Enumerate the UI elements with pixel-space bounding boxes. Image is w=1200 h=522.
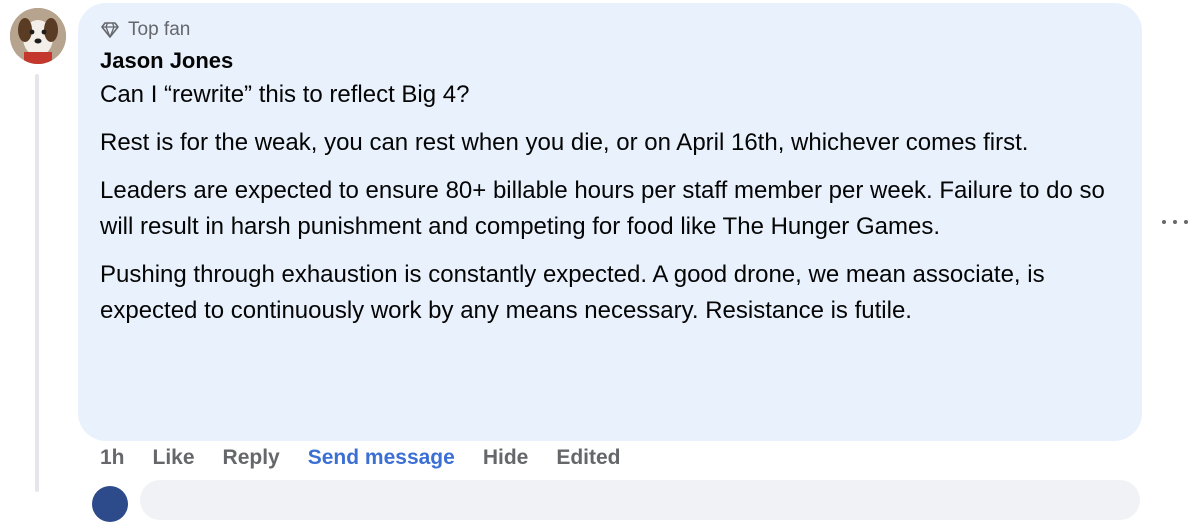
author-name[interactable]: Jason Jones (100, 47, 1120, 75)
dot (1162, 220, 1166, 224)
reply-avatar[interactable] (92, 486, 128, 522)
dog-avatar-icon (10, 8, 66, 64)
comment-paragraph: Can I “rewrite” this to reflect Big 4? (100, 81, 470, 108)
like-button[interactable]: Like (153, 446, 195, 470)
thread-line (35, 74, 39, 492)
comment-actions: 1h Like Reply Send message Hide Edited (100, 443, 649, 473)
edited-label[interactable]: Edited (556, 446, 620, 470)
reply-button[interactable]: Reply (223, 446, 280, 470)
avatar[interactable] (10, 8, 66, 64)
send-message-button[interactable]: Send message (308, 446, 455, 470)
dot (1173, 220, 1177, 224)
reply-input[interactable] (140, 480, 1140, 520)
top-fan-badge: Top fan (100, 17, 1120, 43)
diamond-icon (101, 22, 119, 38)
comment-text: Can I “rewrite” this to reflect Big 4? R… (100, 77, 1120, 329)
comment-bubble: Top fan Jason Jones Can I “rewrite” this… (78, 3, 1142, 441)
comment-paragraph: Pushing through exhaustion is constantly… (100, 261, 1045, 324)
more-options-icon[interactable] (1158, 208, 1192, 236)
badge-label: Top fan (128, 19, 191, 40)
comment-paragraph: Rest is for the weak, you can rest when … (100, 129, 1029, 156)
comment-paragraph: Leaders are expected to ensure 80+ billa… (100, 177, 1105, 240)
dot (1184, 220, 1188, 224)
timestamp-link[interactable]: 1h (100, 446, 125, 470)
hide-button[interactable]: Hide (483, 446, 529, 470)
